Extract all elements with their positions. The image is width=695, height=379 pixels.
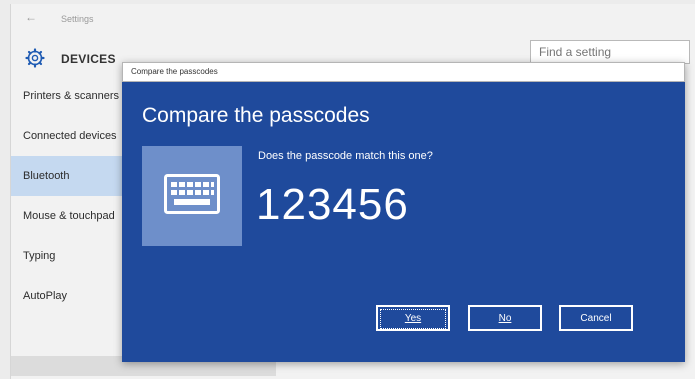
device-tile — [142, 146, 242, 246]
passcode-value: 123456 — [256, 180, 409, 229]
back-arrow-icon[interactable]: ← — [25, 10, 37, 24]
passcode-question: Does the passcode match this one? — [258, 150, 433, 162]
dialog-window-title: Compare the passcodes — [131, 67, 218, 76]
yes-button-label: Yes — [380, 309, 446, 329]
gear-icon — [25, 48, 45, 68]
no-button-label: No — [498, 312, 512, 324]
settings-titlebar: ← Settings — [11, 4, 695, 34]
yes-button[interactable]: Yes — [376, 305, 450, 331]
cancel-button-label: Cancel — [580, 312, 612, 324]
dialog-heading: Compare the passcodes — [142, 104, 370, 127]
settings-window-title: Settings — [61, 14, 94, 24]
section-title: DEVICES — [61, 52, 116, 66]
search-input[interactable] — [531, 41, 695, 63]
compare-passcodes-dialog: Compare the passcodes Compare the passco… — [122, 62, 685, 362]
search-box[interactable] — [530, 40, 695, 64]
dialog-titlebar: Compare the passcodes — [122, 62, 685, 82]
no-button[interactable]: No — [468, 305, 542, 331]
cancel-button[interactable]: Cancel — [559, 305, 633, 331]
keyboard-icon — [164, 174, 220, 214]
